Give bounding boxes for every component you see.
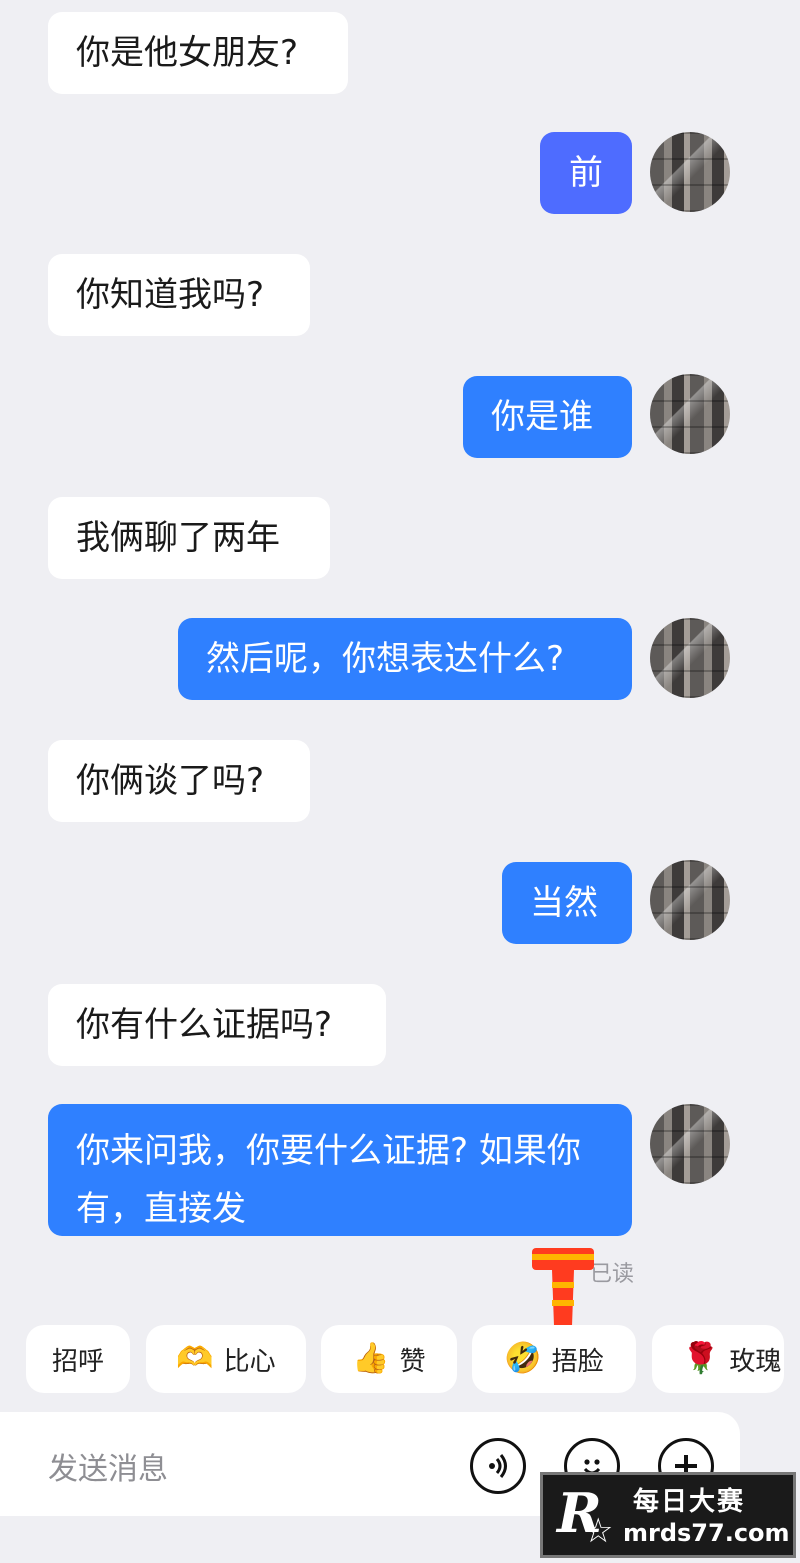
avatar[interactable] <box>650 860 730 940</box>
facepalm-laugh-icon: 🤣 <box>504 1341 542 1376</box>
message-bubble-outgoing[interactable]: 然后呢，你想表达什么? <box>178 618 632 700</box>
avatar[interactable] <box>650 374 730 454</box>
message-bubble-incoming[interactable]: 我俩聊了两年 <box>48 497 330 579</box>
chat-area[interactable]: 你是他女朋友? 前 你知道我吗? 你是谁 我俩聊了两年 然后呢，你想表达什么? … <box>0 0 800 1326</box>
voice-icon <box>489 1454 507 1478</box>
message-bubble-outgoing[interactable]: 你是谁 <box>463 376 632 458</box>
pointing-hand-icon <box>532 1248 594 1326</box>
voice-button[interactable] <box>470 1438 526 1494</box>
quick-reply-facepalm[interactable]: 🤣 捂脸 <box>472 1325 636 1393</box>
message-bubble-incoming[interactable]: 你俩谈了吗? <box>48 740 310 822</box>
message-bubble-incoming[interactable]: 你知道我吗? <box>48 254 310 336</box>
quick-reply-bar: 招呼 🫶 比心 👍 赞 🤣 捂脸 🌹 玫瑰 <box>0 1325 800 1393</box>
message-bubble-outgoing[interactable]: 当然 <box>502 862 632 944</box>
quick-reply-heart[interactable]: 🫶 比心 <box>146 1325 306 1393</box>
message-bubble-outgoing[interactable]: 前 <box>540 132 632 214</box>
heart-hands-icon: 🫶 <box>176 1341 214 1376</box>
message-input[interactable]: 发送消息 <box>48 1444 168 1488</box>
read-receipt: 已读 <box>590 1262 635 1287</box>
quick-reply-like[interactable]: 👍 赞 <box>321 1325 457 1393</box>
message-bubble-outgoing[interactable]: 你来问我，你要什么证据? 如果你有，直接发 <box>48 1104 632 1236</box>
watermark-title: 每日大赛 <box>633 1487 746 1517</box>
avatar[interactable] <box>650 618 730 698</box>
watermark-url: mrds77.com <box>623 1519 790 1547</box>
quick-reply-greeting[interactable]: 招呼 <box>26 1325 130 1393</box>
avatar[interactable] <box>650 132 730 212</box>
rose-icon: 🌹 <box>682 1341 720 1376</box>
quick-reply-rose[interactable]: 🌹 玫瑰 <box>652 1325 784 1393</box>
message-bubble-incoming[interactable]: 你是他女朋友? <box>48 12 348 94</box>
message-bubble-incoming[interactable]: 你有什么证据吗? <box>48 984 386 1066</box>
watermark: R ☆ 每日大赛 mrds77.com <box>540 1472 796 1558</box>
avatar[interactable] <box>650 1104 730 1184</box>
thumbs-up-icon: 👍 <box>352 1341 390 1376</box>
star-icon: ☆ <box>583 1511 614 1551</box>
